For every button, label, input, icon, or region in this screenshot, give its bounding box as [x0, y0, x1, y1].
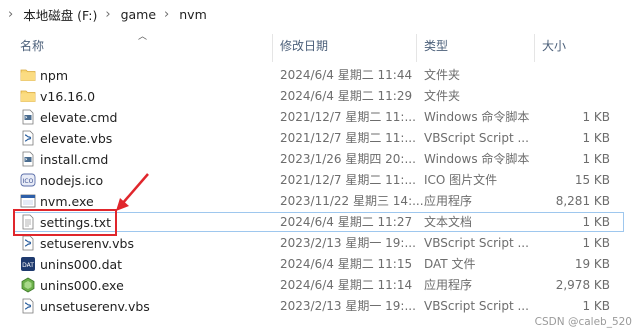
file-size: 1 KB [582, 110, 610, 124]
breadcrumb: › 本地磁盘 (F:) › game › nvm [0, 0, 640, 28]
vbs-file-icon [20, 130, 36, 147]
file-type: 应用程序 [424, 194, 473, 208]
file-size: 8,281 KB [555, 194, 610, 208]
cmd-file-icon [20, 151, 36, 168]
file-row[interactable]: v16.16.0 2024/6/4 星期二 11:29 文件夹 [0, 86, 640, 107]
ico-file-icon: ICO [20, 172, 36, 189]
file-size: 1 KB [582, 152, 610, 166]
file-type: VBScript Script ... [424, 236, 529, 250]
file-type: Windows 命令脚本 [424, 152, 530, 166]
file-row[interactable]: npm 2024/6/4 星期二 11:44 文件夹 [0, 65, 640, 86]
file-size: 1 KB [582, 131, 610, 145]
file-date: 2021/12/7 星期二 11:... [280, 110, 416, 124]
file-date: 2024/6/4 星期二 11:27 [280, 215, 413, 229]
file-date: 2021/12/7 星期二 11:... [280, 173, 416, 187]
breadcrumb-item-drive[interactable]: 本地磁盘 (F:) [23, 5, 97, 24]
annotation-arrow-icon [116, 173, 149, 211]
file-name: v16.16.0 [40, 89, 96, 104]
file-size: 1 KB [582, 236, 610, 250]
column-divider[interactable] [534, 34, 535, 62]
file-date: 2023/2/13 星期一 19:... [280, 236, 416, 250]
file-type: Windows 命令脚本 [424, 110, 530, 124]
file-date: 2023/2/13 星期一 19:... [280, 299, 416, 313]
cmd-file-icon [20, 109, 36, 126]
file-name: install.cmd [40, 152, 109, 167]
file-row[interactable]: elevate.cmd 2021/12/7 星期二 11:... Windows… [0, 107, 640, 128]
file-type: VBScript Script ... [424, 131, 529, 145]
file-size: 15 KB [574, 173, 610, 187]
file-type: 文件夹 [424, 68, 461, 82]
file-row[interactable]: unsetuserenv.vbs 2023/2/13 星期一 19:... VB… [0, 296, 640, 317]
file-size: 1 KB [582, 299, 610, 313]
annotation-highlight-box [13, 209, 117, 236]
file-name: unins000.exe [40, 278, 124, 293]
file-row[interactable]: setuserenv.vbs 2023/2/13 星期一 19:... VBSc… [0, 233, 640, 254]
file-name: setuserenv.vbs [40, 236, 134, 251]
file-row[interactable]: elevate.vbs 2021/12/7 星期二 11:... VBScrip… [0, 128, 640, 149]
file-row[interactable]: unins000.exe 2024/6/4 星期二 11:14 应用程序 2,9… [0, 275, 640, 296]
chevron-right-icon[interactable]: › [105, 7, 110, 22]
file-type: ICO 图片文件 [424, 173, 498, 187]
column-header-date[interactable]: 修改日期 [280, 34, 328, 58]
vbs-file-icon [20, 298, 36, 315]
file-type: 文本文档 [424, 215, 473, 229]
watermark: CSDN @caleb_520 [534, 316, 632, 328]
exe-file-icon [20, 193, 36, 210]
file-name: nodejs.ico [40, 173, 104, 188]
file-date: 2021/12/7 星期二 11:... [280, 131, 416, 145]
file-size: 2,978 KB [555, 278, 610, 292]
file-name: npm [40, 68, 69, 83]
column-header-size[interactable]: 大小 [542, 34, 566, 58]
column-divider[interactable] [416, 34, 417, 62]
svg-text:ICO: ICO [23, 178, 34, 185]
file-name: elevate.vbs [40, 131, 113, 146]
file-date: 2024/6/4 星期二 11:15 [280, 257, 413, 271]
file-date: 2024/6/4 星期二 11:44 [280, 68, 413, 82]
vbs-file-icon [20, 235, 36, 252]
breadcrumb-item-game[interactable]: game [121, 7, 156, 22]
file-name: unsetuserenv.vbs [40, 299, 150, 314]
file-date: 2024/6/4 星期二 11:29 [280, 89, 413, 103]
file-name: unins000.dat [40, 257, 123, 272]
file-row[interactable]: ICO nodejs.ico 2021/12/7 星期二 11:... ICO … [0, 170, 640, 191]
column-header: 名称 修改日期 类型 大小 [0, 34, 640, 62]
file-date: 2023/1/26 星期四 20:... [280, 152, 416, 166]
chevron-right-icon[interactable]: › [8, 7, 13, 22]
dat-file-icon: DAT [20, 256, 36, 273]
svg-text:DAT: DAT [22, 262, 34, 269]
column-header-name[interactable]: 名称 [20, 34, 44, 58]
file-size: 19 KB [574, 257, 610, 271]
file-type: 应用程序 [424, 278, 473, 292]
column-header-type[interactable]: 类型 [424, 34, 448, 58]
file-row[interactable]: install.cmd 2023/1/26 星期四 20:... Windows… [0, 149, 640, 170]
file-size: 1 KB [582, 215, 610, 229]
file-row[interactable]: DAT unins000.dat 2024/6/4 星期二 11:15 DAT … [0, 254, 640, 275]
file-type: VBScript Script ... [424, 299, 529, 313]
folder-icon [20, 67, 36, 84]
file-type: DAT 文件 [424, 257, 476, 271]
file-name: elevate.cmd [40, 110, 118, 125]
chevron-right-icon[interactable]: › [164, 7, 169, 22]
file-date: 2024/6/4 星期二 11:14 [280, 278, 413, 292]
folder-icon [20, 88, 36, 105]
column-divider[interactable] [272, 34, 273, 62]
installer-exe-icon [20, 277, 36, 294]
file-type: 文件夹 [424, 89, 461, 103]
breadcrumb-item-nvm[interactable]: nvm [179, 7, 207, 22]
file-date: 2023/11/22 星期三 14:... [280, 194, 424, 208]
